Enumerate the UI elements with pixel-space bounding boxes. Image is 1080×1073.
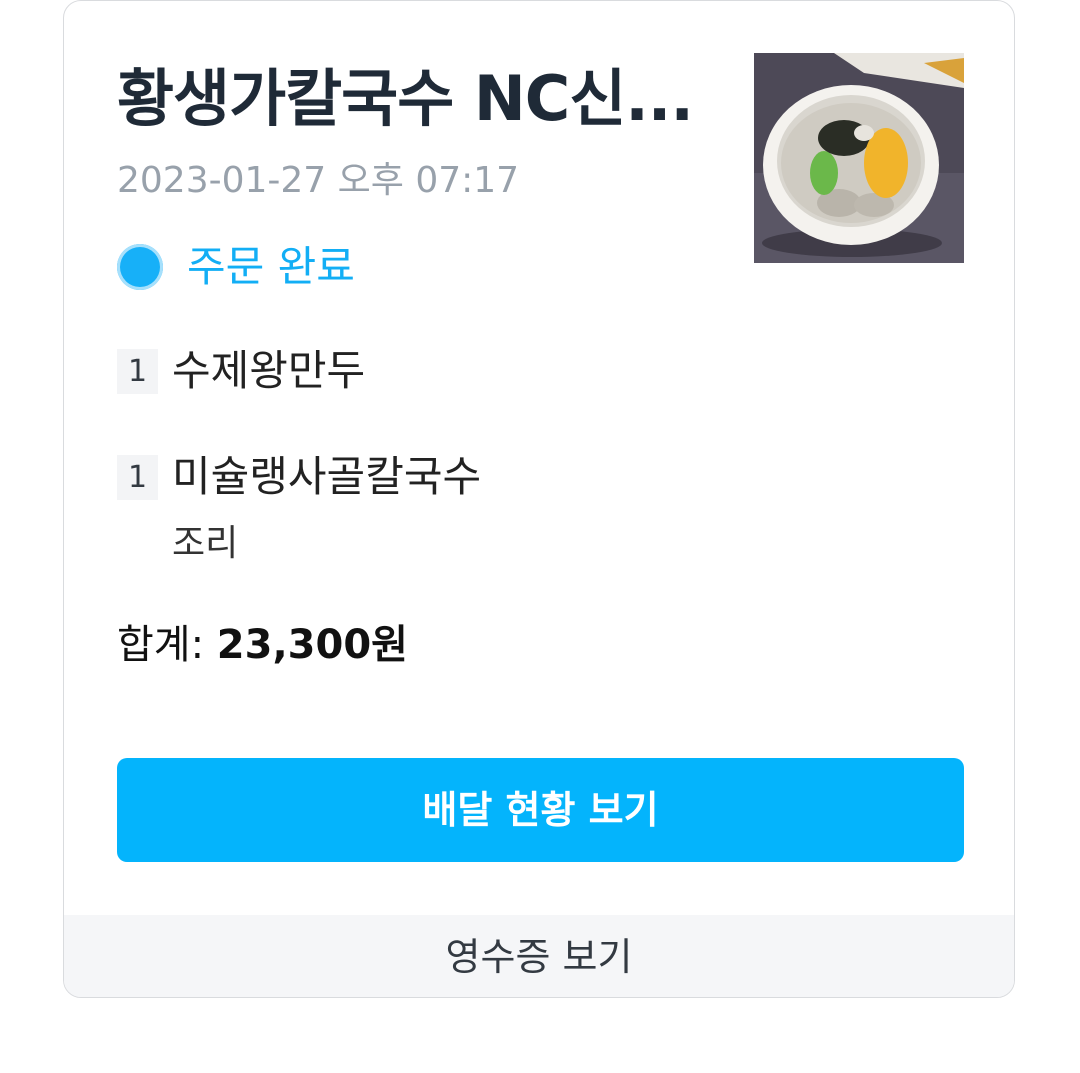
status-dot-icon: [117, 244, 163, 290]
store-name[interactable]: 황생가칼국수 NC신...: [117, 59, 727, 139]
food-photo-icon: [754, 53, 964, 263]
food-thumbnail[interactable]: [754, 53, 964, 263]
order-item: 1 수제왕만두: [117, 337, 365, 405]
total-value: 23,300원: [216, 622, 408, 668]
view-receipt-button[interactable]: 영수증 보기: [64, 915, 1014, 997]
total-label: 합계:: [117, 622, 205, 668]
order-datetime: 2023-01-27 오후 07:17: [117, 160, 520, 201]
item-name: 미슐랭사골칼국수: [172, 452, 482, 501]
order-item: 1 미슐랭사골칼국수: [117, 443, 481, 511]
item-quantity: 1: [117, 349, 158, 394]
item-quantity: 1: [117, 455, 158, 500]
order-total: 합계: 23,300원: [117, 615, 408, 675]
order-card: 황생가칼국수 NC신... 2023-01-27 오후 07:17 주문 완료 …: [63, 0, 1015, 998]
item-name: 수제왕만두: [172, 346, 366, 395]
item-option: 조리: [172, 523, 239, 564]
status-label: 주문 완료: [187, 242, 355, 291]
order-status: 주문 완료: [117, 237, 355, 297]
delivery-status-button[interactable]: 배달 현황 보기: [117, 758, 964, 862]
